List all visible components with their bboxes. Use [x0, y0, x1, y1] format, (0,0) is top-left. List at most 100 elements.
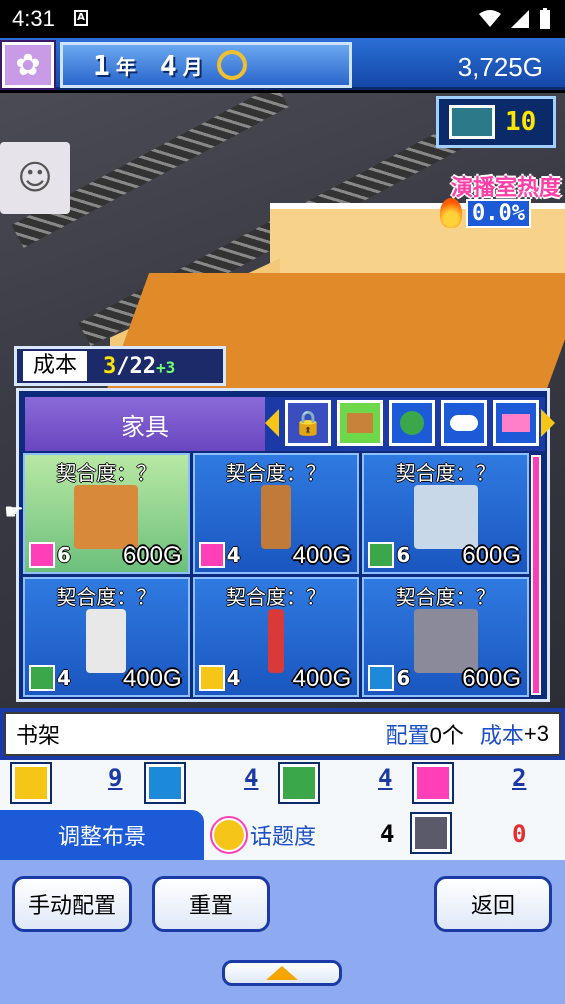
layout-row: 调整布景 话题度 4 0 [0, 810, 565, 860]
item-card[interactable]: 契合度：？ 4 400G [192, 453, 360, 574]
tv-icon [412, 762, 454, 804]
item-price: 400G [292, 541, 352, 569]
item-card[interactable]: 契合度：？ 4 400G [23, 576, 190, 697]
stat-tv [412, 762, 454, 804]
bookshelf-art [74, 485, 139, 549]
item-tag: 4 [198, 541, 241, 568]
stats-row: 9 4 4 2 [0, 760, 565, 810]
tv-count-box: 10 [436, 96, 556, 148]
system-icons [479, 8, 551, 30]
item-scrollbar[interactable] [531, 455, 541, 695]
fire-extinguisher-art [267, 608, 284, 673]
item-tag: 6 [368, 665, 410, 691]
category-next-arrow[interactable] [541, 409, 555, 437]
item-tag: 4 [29, 665, 71, 691]
fit-label: 契合度：？ [225, 584, 326, 609]
item-tag: 6 [368, 541, 410, 568]
cost-value: 3/22+3 [103, 353, 176, 379]
item-info: 书架 配置 0个 成本 +3 [4, 712, 561, 756]
stat-tv-value: 2 [512, 764, 527, 792]
item-card[interactable]: 契合度：？ 4 400G [192, 576, 360, 697]
gamepad-icon[interactable] [441, 400, 487, 446]
item-price: 600G [462, 541, 521, 569]
bell-icon [29, 665, 55, 691]
expand-button[interactable] [222, 960, 342, 986]
water-dispenser-art [413, 485, 478, 549]
cost-label: 成本 [23, 351, 88, 381]
status-time: 4:31 [12, 6, 55, 31]
month-unit: 月 [182, 54, 203, 79]
month-number: 4 [159, 48, 177, 82]
bottom-bar: 手动配置 重置 返回 [0, 860, 565, 1004]
menu-flower-button[interactable]: ✿ [0, 40, 56, 90]
reset-button[interactable]: 重置 [152, 876, 270, 932]
stat-speech-value: 4 [244, 764, 259, 792]
ribbon-icon[interactable] [493, 400, 539, 446]
manual-place-button[interactable]: 手动配置 [12, 876, 132, 932]
bell-icon [368, 541, 395, 568]
item-tag: 4 [198, 665, 241, 691]
tv-icon [198, 541, 225, 568]
item-info-bar: 书架 配置 0个 成本 +3 [0, 708, 565, 760]
item-price: 600G [122, 541, 182, 569]
item-price: 600G [462, 665, 521, 692]
smile-icon [198, 665, 225, 691]
shelf-rack-art [413, 608, 478, 673]
speech-icon [368, 665, 395, 691]
item-card[interactable]: 契合度：？ 6 600G [362, 453, 529, 574]
stat-bell-value: 4 [378, 764, 393, 792]
item-tag: 6 [29, 541, 71, 568]
money-display: 3,725G [457, 52, 543, 82]
tree-icon[interactable] [389, 400, 435, 446]
wifi-icon [479, 10, 501, 27]
tv-icon [449, 105, 495, 139]
tab-adjust-layout[interactable]: 调整布景 [0, 810, 204, 860]
stat-smile [10, 762, 52, 804]
bookshelf-icon[interactable] [337, 400, 383, 446]
item-card[interactable]: 契合度：？ 6 600G [23, 453, 190, 574]
status-bar: 4:31 A [0, 0, 565, 38]
battery-icon [540, 8, 550, 29]
bell-icon [278, 762, 320, 804]
chevron-up-icon [266, 966, 298, 980]
year-unit: 年 [115, 54, 136, 79]
fit-label: 契合度：？ [225, 461, 326, 485]
item-name: 书架 [16, 723, 61, 748]
item-price: 400G [122, 665, 182, 692]
stat-smile-value: 9 [108, 764, 123, 792]
neutral-face-icon [410, 812, 452, 854]
speech-icon [144, 762, 186, 804]
stat-bell [278, 762, 320, 804]
item-grid: 契合度：？ 6 600G 契合度：？ 4 400G 契合度：？ 6 600G 契… [23, 453, 529, 697]
smile-icon [10, 762, 52, 804]
item-price: 400G [292, 665, 352, 692]
studio-heat-value: 0.0% [440, 198, 531, 228]
category-prev-arrow[interactable] [265, 409, 279, 437]
neutral-value: 4 [380, 820, 395, 848]
tv-count: 10 [505, 107, 537, 137]
alert-value: 0 [512, 820, 527, 848]
fit-label: 契合度：？ [56, 461, 157, 485]
character-avatar[interactable]: ☺ [0, 142, 70, 214]
fit-label: 契合度：？ [395, 461, 496, 485]
signal-icon [511, 10, 529, 28]
cost-box: 成本 3/22+3 [14, 346, 226, 386]
fire-icon [440, 198, 462, 228]
info-cost-label: 成本 [479, 723, 524, 748]
placed-value: 0个 [429, 723, 464, 748]
category-bar: 家具 🔒 [25, 397, 555, 451]
tv-icon [29, 541, 55, 568]
back-button[interactable]: 返回 [434, 876, 552, 932]
date-display: 1 年 4 月 [60, 42, 352, 88]
fit-label: 契合度：？ [56, 584, 157, 609]
stat-speech [144, 762, 186, 804]
cycle-icon[interactable] [216, 50, 247, 80]
fit-label: 契合度：？ [395, 584, 496, 609]
year-number: 1 [93, 48, 110, 82]
lock-icon[interactable]: 🔒 [285, 400, 331, 446]
notification-app-icon: A [74, 10, 88, 26]
furniture-panel: 家具 🔒 契合度：？ 6 600G 契合度：？ 4 400G 契合度：？ 6 6… [16, 388, 555, 702]
topic-label: 话题度 [210, 816, 316, 854]
pointer-hand-icon: ☛ [4, 500, 24, 525]
item-card[interactable]: 契合度：？ 6 600G [362, 576, 529, 697]
